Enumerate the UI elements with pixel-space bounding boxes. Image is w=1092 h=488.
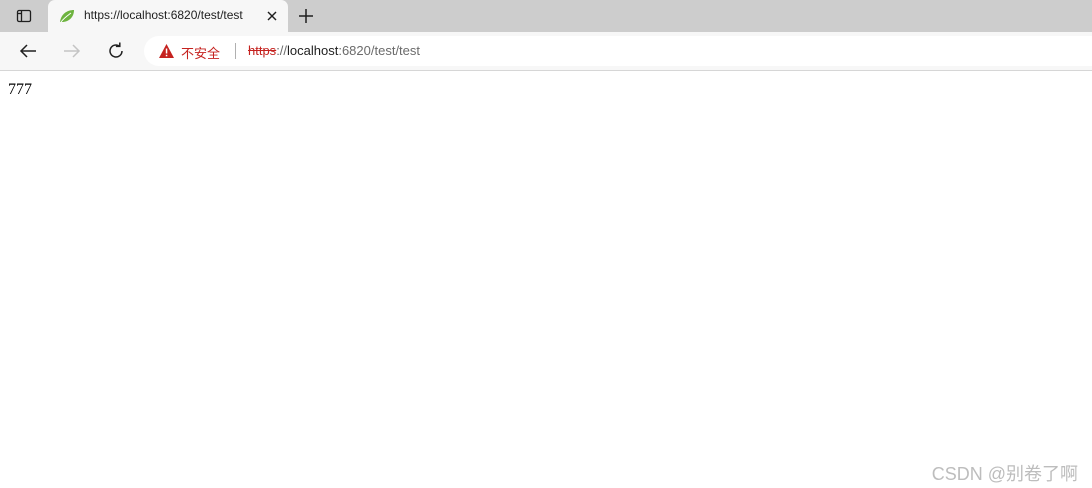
page-body-text: 777: [8, 81, 32, 98]
warning-icon[interactable]: [158, 43, 175, 59]
new-tab-button[interactable]: [294, 4, 318, 28]
watermark: CSDN @别卷了啊: [931, 464, 1078, 484]
tab-actions-icon[interactable]: [8, 4, 40, 28]
refresh-button[interactable]: [104, 39, 128, 63]
url-host: localhost: [287, 43, 339, 58]
security-status-label[interactable]: 不安全: [181, 43, 220, 62]
tab-title: https://localhost:6820/test/test: [84, 8, 243, 22]
back-button[interactable]: [16, 39, 40, 63]
spring-leaf-icon: [58, 8, 76, 24]
tab-active[interactable]: https://localhost:6820/test/test: [48, 0, 288, 32]
forward-button[interactable]: [60, 39, 84, 63]
plus-icon: [299, 9, 313, 23]
url-path: :6820/test/test: [338, 43, 421, 58]
url-scheme-separator: ://: [276, 43, 288, 58]
forward-arrow-icon: [64, 44, 81, 58]
refresh-icon: [109, 42, 123, 58]
url-text[interactable]: https://localhost:6820/test/test: [248, 43, 420, 58]
address-separator: [235, 43, 236, 59]
browser-toolbar: 不安全 https://localhost:6820/test/test: [0, 32, 1092, 71]
tab-strip: https://localhost:6820/test/test: [0, 0, 1092, 32]
address-bar[interactable]: 不安全 https://localhost:6820/test/test: [144, 36, 1092, 66]
close-icon[interactable]: [264, 8, 280, 24]
back-arrow-icon: [19, 44, 36, 58]
url-scheme: https: [248, 43, 277, 58]
